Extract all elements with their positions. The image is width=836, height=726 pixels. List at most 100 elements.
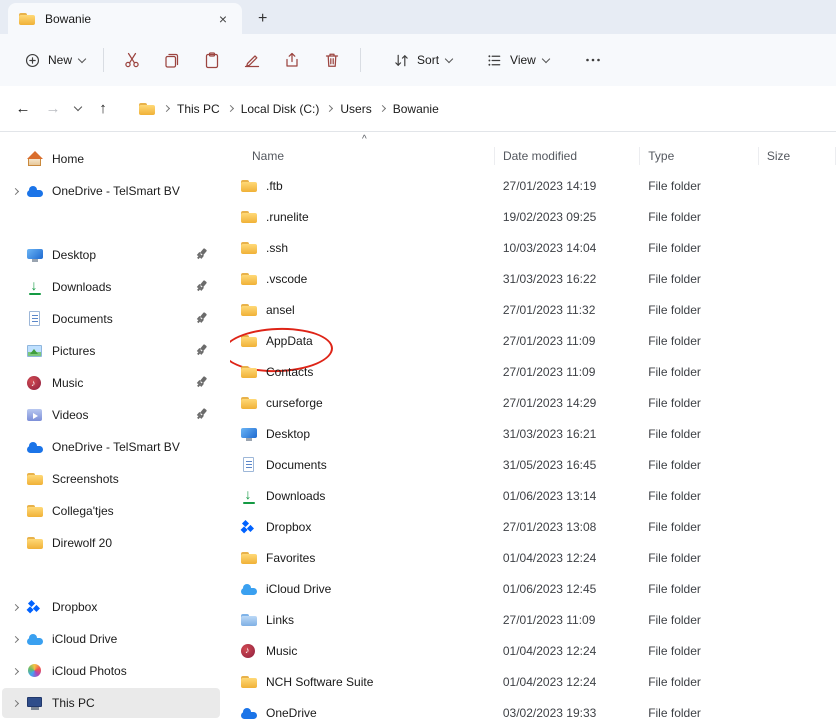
file-explorer-window: Bowanie × + New <box>0 0 836 726</box>
sidebar-item-screenshots[interactable]: Screenshots <box>2 464 220 494</box>
chevron-right-icon <box>379 105 386 112</box>
file-row-vscode[interactable]: .vscode 31/03/2023 16:22 File folder <box>230 263 836 294</box>
expand-chevron-icon[interactable] <box>6 637 24 642</box>
up-button[interactable]: ↑ <box>88 94 118 124</box>
breadcrumb-bowanie[interactable]: Bowanie <box>393 102 439 116</box>
file-name-cell: .ftb <box>230 178 495 194</box>
tab-close-icon[interactable]: × <box>214 11 232 27</box>
tab-bowanie[interactable]: Bowanie × <box>8 3 242 34</box>
date-modified-cell: 27/01/2023 14:29 <box>495 396 640 410</box>
breadcrumb-this-pc[interactable]: This PC <box>177 102 220 116</box>
new-tab-button[interactable]: + <box>258 11 267 27</box>
cloud-icon <box>240 705 258 721</box>
column-header-size[interactable]: Size <box>759 147 836 165</box>
sidebar-item-direwolf-20[interactable]: Direwolf 20 <box>2 528 220 558</box>
sidebar-item-downloads[interactable]: Downloads <box>2 272 220 302</box>
pin-wrap <box>196 343 208 359</box>
rename-button[interactable] <box>232 42 272 78</box>
delete-button[interactable] <box>312 42 352 78</box>
folder-icon <box>26 503 44 519</box>
file-row-documents[interactable]: Documents 31/05/2023 16:45 File folder <box>230 449 836 480</box>
sidebar-item-label: OneDrive - TelSmart BV <box>52 184 180 198</box>
tab-bar: Bowanie × + <box>0 0 836 34</box>
sidebar-item-label: Documents <box>52 312 113 326</box>
file-row-desktop[interactable]: Desktop 31/03/2023 16:21 File folder <box>230 418 836 449</box>
file-row-ftb[interactable]: .ftb 27/01/2023 14:19 File folder <box>230 170 836 201</box>
file-row-icloud-drive[interactable]: iCloud Drive 01/06/2023 12:45 File folde… <box>230 573 836 604</box>
toolbar-divider <box>103 48 104 72</box>
new-button[interactable]: New <box>14 45 95 76</box>
paste-button[interactable] <box>192 42 232 78</box>
sidebar-item-this-pc[interactable]: This PC <box>2 688 220 718</box>
sidebar-item-collega-tjes[interactable]: Collega'tjes <box>2 496 220 526</box>
file-row-onedrive[interactable]: OneDrive 03/02/2023 19:33 File folder <box>230 697 836 726</box>
file-row-runelite[interactable]: .runelite 19/02/2023 09:25 File folder <box>230 201 836 232</box>
file-name: .ssh <box>266 241 288 255</box>
file-row-music[interactable]: Music 01/04/2023 12:24 File folder <box>230 635 836 666</box>
share-button[interactable] <box>272 42 312 78</box>
date-modified-cell: 03/02/2023 19:33 <box>495 706 640 720</box>
file-row-ssh[interactable]: .ssh 10/03/2023 14:04 File folder <box>230 232 836 263</box>
column-headers: ^ Name Date modified Type Size <box>230 142 836 170</box>
sidebar-item-label: OneDrive - TelSmart BV <box>52 440 180 454</box>
cut-button[interactable] <box>112 42 152 78</box>
file-row-contacts[interactable]: Contacts 27/01/2023 11:09 File folder <box>230 356 836 387</box>
sidebar-item-videos[interactable]: Videos <box>2 400 220 430</box>
file-row-ansel[interactable]: ansel 27/01/2023 11:32 File folder <box>230 294 836 325</box>
column-header-name[interactable]: Name <box>230 147 495 165</box>
pin-wrap <box>196 375 208 391</box>
breadcrumb-local-disk-c[interactable]: Local Disk (C:) <box>241 102 320 116</box>
expand-chevron-icon[interactable] <box>6 605 24 610</box>
sort-button-label: Sort <box>417 53 439 67</box>
sidebar-item-icloud-photos[interactable]: iCloud Photos <box>2 656 220 686</box>
desktop-icon <box>240 426 258 442</box>
sidebar-item-icon-wrap <box>24 503 46 519</box>
toolbar-divider <box>360 48 361 72</box>
expand-chevron-icon[interactable] <box>6 701 24 706</box>
file-name: Dropbox <box>266 520 311 534</box>
file-row-appdata[interactable]: AppData 27/01/2023 11:09 File folder <box>230 325 836 356</box>
back-button[interactable]: ← <box>8 94 38 124</box>
sidebar-item-music[interactable]: Music <box>2 368 220 398</box>
sidebar-item-icloud-drive[interactable]: iCloud Drive <box>2 624 220 654</box>
sidebar-item-documents[interactable]: Documents <box>2 304 220 334</box>
file-type-cell: File folder <box>640 303 759 317</box>
file-row-nch-software-suite[interactable]: NCH Software Suite 01/04/2023 12:24 File… <box>230 666 836 697</box>
forward-button[interactable]: → <box>38 94 68 124</box>
home-icon <box>26 151 44 167</box>
copy-button[interactable] <box>152 42 192 78</box>
sidebar-item-dropbox[interactable]: Dropbox <box>2 592 220 622</box>
sidebar-item-pictures[interactable]: Pictures <box>2 336 220 366</box>
sidebar-item-desktop[interactable]: Desktop <box>2 240 220 270</box>
sort-arrows-icon <box>393 52 410 69</box>
expand-chevron-icon[interactable] <box>6 189 24 194</box>
file-row-dropbox[interactable]: Dropbox 27/01/2023 13:08 File folder <box>230 511 836 542</box>
sort-button[interactable]: Sort <box>383 45 462 76</box>
expand-chevron-icon[interactable] <box>6 669 24 674</box>
plus-circle-icon <box>24 52 41 69</box>
column-header-date-modified[interactable]: Date modified <box>495 147 640 165</box>
file-row-curseforge[interactable]: curseforge 27/01/2023 14:29 File folder <box>230 387 836 418</box>
sidebar-item-onedrive-telsmart-bv[interactable]: OneDrive - TelSmart BV <box>2 432 220 462</box>
view-button[interactable]: View <box>476 45 559 76</box>
file-name: Links <box>266 613 294 627</box>
file-row-downloads[interactable]: Downloads 01/06/2023 13:14 File folder <box>230 480 836 511</box>
file-name: .runelite <box>266 210 309 224</box>
breadcrumb-users[interactable]: Users <box>340 102 371 116</box>
sidebar-item-onedrive-telsmart-bv[interactable]: OneDrive - TelSmart BV <box>2 176 220 206</box>
folder-icon <box>240 395 258 411</box>
recent-locations-button[interactable] <box>68 94 88 124</box>
sidebar-item-home[interactable]: Home <box>2 144 220 174</box>
file-type-cell: File folder <box>640 675 759 689</box>
sidebar-item-label: Downloads <box>52 280 111 294</box>
chevron-right-icon <box>227 105 234 112</box>
navigation-pane: Home OneDrive - TelSmart BV Desktop Down… <box>0 132 230 726</box>
file-row-favorites[interactable]: Favorites 01/04/2023 12:24 File folder <box>230 542 836 573</box>
file-name-cell: curseforge <box>230 395 495 411</box>
sidebar-item-icon-wrap <box>24 151 46 167</box>
file-row-links[interactable]: Links 27/01/2023 11:09 File folder <box>230 604 836 635</box>
view-list-icon <box>486 52 503 69</box>
file-name: NCH Software Suite <box>266 675 373 689</box>
more-button[interactable] <box>573 42 613 78</box>
column-header-type[interactable]: Type <box>640 147 759 165</box>
